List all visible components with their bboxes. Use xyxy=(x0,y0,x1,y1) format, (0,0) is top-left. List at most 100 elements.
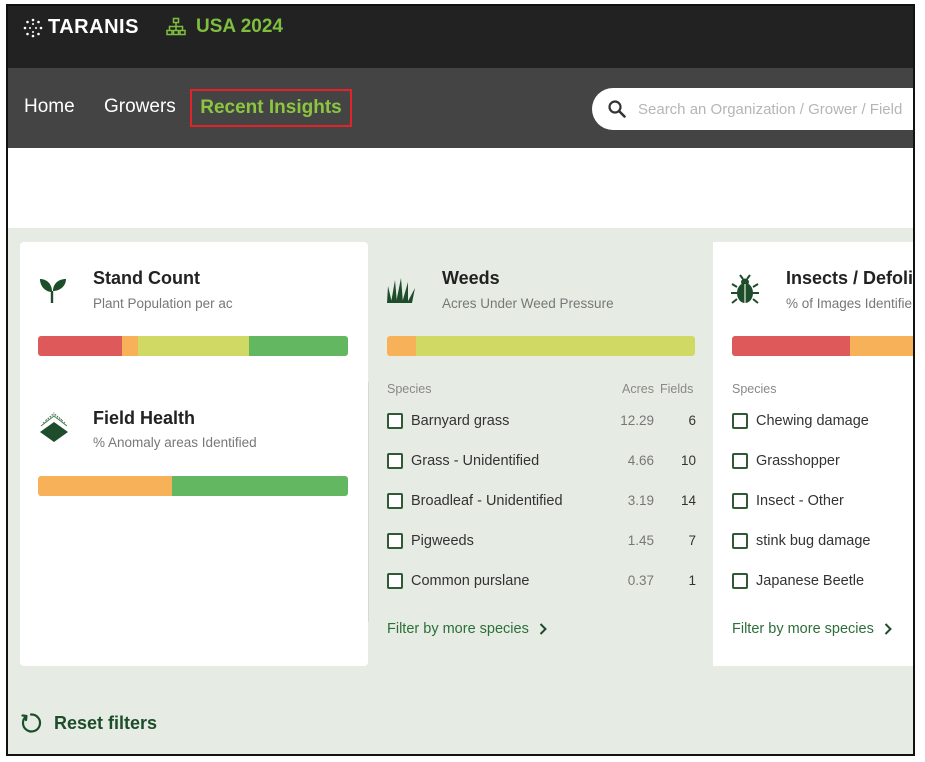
species-name: Barnyard grass xyxy=(411,413,510,429)
brand-name: TARANIS xyxy=(48,16,139,38)
species-fields: 6 xyxy=(688,413,696,428)
species-row[interactable]: Grasshopper xyxy=(732,450,840,472)
insects-subtitle: % of Images Identifie xyxy=(786,296,913,311)
species-name: Japanese Beetle xyxy=(756,573,865,589)
species-name: stink bug damage xyxy=(756,533,871,549)
grass-icon xyxy=(387,278,415,303)
species-row[interactable]: Chewing damage xyxy=(732,410,869,432)
filter-link-label: Filter by more species xyxy=(732,621,874,637)
nav-growers[interactable]: Growers xyxy=(104,96,176,118)
brand-logo[interactable]: TARANIS xyxy=(22,16,139,39)
species-checkbox[interactable] xyxy=(732,453,748,469)
species-checkbox[interactable] xyxy=(732,573,748,589)
species-name: Common purslane xyxy=(411,573,530,589)
top-bar: TARANIS USA 2024 xyxy=(8,6,913,68)
weeds-title[interactable]: Weeds xyxy=(442,268,500,289)
species-checkbox[interactable] xyxy=(387,493,403,509)
species-acres: 1.45 xyxy=(627,533,654,548)
species-fields: 10 xyxy=(680,453,696,468)
fields-header: Fields xyxy=(660,382,694,396)
species-checkbox[interactable] xyxy=(732,533,748,549)
stand-count-field-health-card: Stand Count Plant Population per ac Fiel… xyxy=(20,242,368,666)
species-checkbox[interactable] xyxy=(387,413,403,429)
species-name: Pigweeds xyxy=(411,533,474,549)
chevron-right-icon xyxy=(539,623,547,635)
weeds-filter-more-species-link[interactable]: Filter by more species xyxy=(387,621,547,637)
species-header: Species xyxy=(387,382,432,396)
species-checkbox[interactable] xyxy=(387,573,403,589)
taranis-logo-icon xyxy=(23,18,43,37)
species-row[interactable]: stink bug damage xyxy=(732,530,870,552)
card-divider xyxy=(368,382,369,622)
species-name: Chewing damage xyxy=(756,413,869,429)
weeds-card[interactable]: Weeds Acres Under Weed Pressure Species … xyxy=(370,242,712,666)
bar-segment-yellow xyxy=(138,336,249,356)
org-tree-icon xyxy=(166,17,186,36)
species-name: Grass - Unidentified xyxy=(411,453,540,469)
bar-segment-orange xyxy=(387,336,416,356)
species-acres: 0.37 xyxy=(627,573,654,588)
species-checkbox[interactable] xyxy=(387,533,403,549)
acres-header: Acres xyxy=(622,382,654,396)
bar-segment-orange xyxy=(122,336,138,356)
species-row[interactable]: Pigweeds xyxy=(387,530,474,552)
search-input[interactable] xyxy=(636,99,913,119)
field-health-subtitle: % Anomaly areas Identified xyxy=(93,435,257,450)
bar-segment-red xyxy=(732,336,850,356)
field-health-title[interactable]: Field Health xyxy=(93,408,195,429)
reset-filters-button[interactable]: Reset filters xyxy=(20,712,157,734)
filter-strip xyxy=(8,148,913,228)
species-fields: 1 xyxy=(688,573,696,588)
weeds-subtitle: Acres Under Weed Pressure xyxy=(442,296,614,311)
field-health-distribution-bar[interactable] xyxy=(38,476,348,496)
species-acres: 4.66 xyxy=(627,453,654,468)
species-row[interactable]: Barnyard grass xyxy=(387,410,509,432)
species-fields: 14 xyxy=(680,493,696,508)
insects-filter-more-species-link[interactable]: Filter by more species xyxy=(732,621,892,637)
field-health-icon xyxy=(40,412,68,442)
species-row[interactable]: Common purslane xyxy=(387,570,529,592)
stand-count-title[interactable]: Stand Count xyxy=(93,268,200,289)
weeds-distribution-bar[interactable] xyxy=(387,336,695,356)
species-name: Grasshopper xyxy=(756,453,840,469)
species-name: Insect - Other xyxy=(756,493,844,509)
species-acres: 3.19 xyxy=(627,493,654,508)
species-header: Species xyxy=(732,382,777,396)
insects-title[interactable]: Insects / Defoli xyxy=(786,268,913,289)
filter-link-label: Filter by more species xyxy=(387,621,529,637)
nav-bar: Home Growers Recent Insights xyxy=(8,68,913,148)
species-checkbox[interactable] xyxy=(387,453,403,469)
search-icon xyxy=(608,100,626,118)
species-name: Broadleaf - Unidentified xyxy=(411,493,563,509)
species-row[interactable]: Insect - Other xyxy=(732,490,844,512)
season-label: USA 2024 xyxy=(196,16,283,37)
reset-icon xyxy=(21,713,42,733)
reset-filters-label: Reset filters xyxy=(54,712,158,733)
species-row[interactable]: Japanese Beetle xyxy=(732,570,864,592)
species-row[interactable]: Grass - Unidentified xyxy=(387,450,539,472)
species-row[interactable]: Broadleaf - Unidentified xyxy=(387,490,563,512)
app-window: TARANIS USA 2024 Home Growers Recent Ins… xyxy=(6,4,915,756)
season-selector[interactable]: USA 2024 xyxy=(166,16,283,38)
species-checkbox[interactable] xyxy=(732,413,748,429)
search-box[interactable] xyxy=(592,88,913,130)
stand-count-subtitle: Plant Population per ac xyxy=(93,296,233,311)
bar-segment-orange xyxy=(850,336,913,356)
bar-segment-orange xyxy=(38,476,172,496)
stand-count-distribution-bar[interactable] xyxy=(38,336,348,356)
insects-distribution-bar[interactable] xyxy=(732,336,913,356)
species-acres: 12.29 xyxy=(620,413,654,428)
nav-recent-insights-label: Recent Insights xyxy=(200,97,342,118)
bar-segment-green xyxy=(249,336,348,356)
species-checkbox[interactable] xyxy=(732,493,748,509)
chevron-right-icon xyxy=(884,623,892,635)
bar-segment-green xyxy=(172,476,348,496)
beetle-icon xyxy=(731,274,759,304)
bar-segment-yellow xyxy=(416,336,695,356)
insects-card[interactable]: Insects / Defoli % of Images Identifie S… xyxy=(713,242,913,666)
bar-segment-red xyxy=(38,336,122,356)
sprout-icon xyxy=(40,279,66,303)
species-fields: 7 xyxy=(688,533,696,548)
nav-home[interactable]: Home xyxy=(24,96,75,118)
nav-recent-insights[interactable]: Recent Insights xyxy=(190,89,352,127)
